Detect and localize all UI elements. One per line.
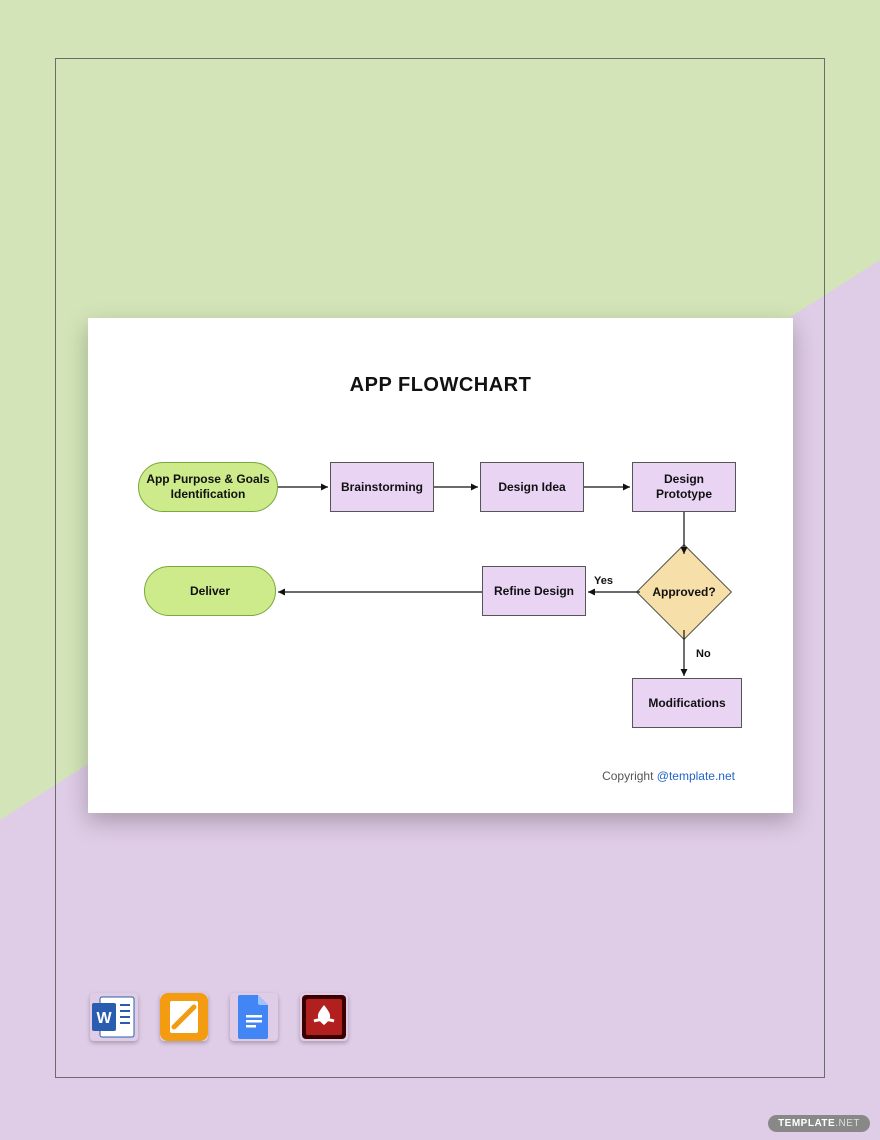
copyright-text: Copyright: [602, 769, 657, 783]
word-icon: W: [90, 993, 138, 1041]
node-idea: Design Idea: [480, 462, 584, 512]
node-prototype: Design Prototype: [632, 462, 736, 512]
flowchart-title: APP FLOWCHART: [88, 374, 793, 397]
edge-label-no: No: [696, 648, 711, 660]
node-decision: Approved?: [636, 544, 732, 640]
pdf-icon: [300, 993, 348, 1041]
flowchart-card: APP FLOWCHART App Purpose & Goals Identi…: [88, 318, 793, 813]
node-deliver: Deliver: [144, 566, 276, 616]
node-brainstorm: Brainstorming: [330, 462, 434, 512]
node-start: App Purpose & Goals Identification: [138, 462, 278, 512]
node-modifications: Modifications: [632, 678, 742, 728]
svg-text:W: W: [96, 1010, 112, 1027]
google-docs-icon: [230, 993, 278, 1041]
edge-label-yes: Yes: [594, 575, 613, 587]
copyright-link[interactable]: @template.net: [657, 769, 735, 783]
format-icons-row: W: [90, 993, 348, 1041]
watermark-brand: TEMPLATE: [778, 1118, 835, 1129]
watermark-tld: .NET: [835, 1118, 860, 1129]
watermark-badge: TEMPLATE.NET: [768, 1115, 870, 1132]
copyright: Copyright @template.net: [602, 769, 735, 783]
node-decision-label: Approved?: [652, 585, 715, 600]
pages-icon: [160, 993, 208, 1041]
node-refine: Refine Design: [482, 566, 586, 616]
